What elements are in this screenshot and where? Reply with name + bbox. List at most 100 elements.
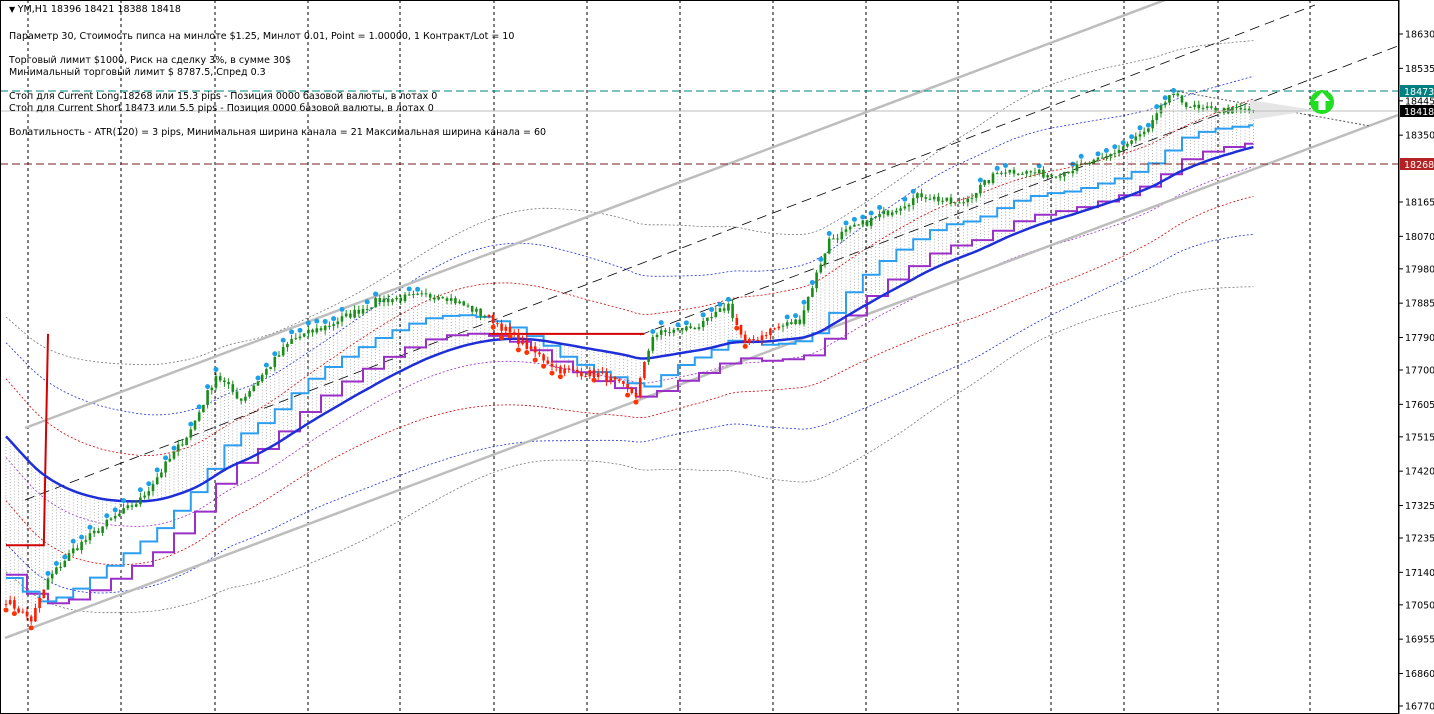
candle-body xyxy=(147,491,151,496)
candle-body xyxy=(634,393,638,397)
candle-body xyxy=(63,560,67,567)
min-limit-line: Минимальный торговый лимит $ 8787.5, Спр… xyxy=(9,67,266,78)
candle-body xyxy=(374,298,377,308)
candle-body xyxy=(928,198,932,200)
candle-body xyxy=(529,346,533,350)
swing-high-dot xyxy=(877,204,883,210)
candle-body xyxy=(76,548,79,551)
candle-body xyxy=(332,324,335,327)
candle-body xyxy=(172,451,176,459)
candle-body xyxy=(571,369,575,371)
candle-body xyxy=(962,202,965,204)
up-arrow-icon[interactable] xyxy=(1310,90,1334,114)
candle-body xyxy=(206,390,209,405)
swing-high-dot xyxy=(1154,104,1160,110)
candle-body xyxy=(315,328,319,333)
swing-high-dot xyxy=(851,216,857,222)
candle-body xyxy=(953,202,957,204)
candle-body xyxy=(470,306,474,312)
candle-body xyxy=(1012,169,1016,174)
candle-body xyxy=(1021,173,1024,175)
candle-body xyxy=(811,288,814,297)
candle-body xyxy=(1004,172,1007,174)
axis-tick-label: 17325 xyxy=(1405,501,1434,512)
candle-body xyxy=(794,319,797,325)
candle-body xyxy=(693,327,697,329)
candle-body xyxy=(1159,105,1163,114)
swing-high-dot xyxy=(1103,147,1109,153)
candle-body xyxy=(412,294,415,296)
candle-body xyxy=(970,197,974,199)
candle-body xyxy=(617,379,621,382)
axis-tick-label: 18165 xyxy=(1405,198,1434,209)
candle-body xyxy=(1205,106,1209,109)
swing-high-dot xyxy=(263,362,269,368)
swing-high-dot xyxy=(272,351,278,357)
candle-body xyxy=(605,371,608,382)
swing-low-dot xyxy=(734,325,740,331)
swing-low-dot xyxy=(490,324,496,330)
candle-body xyxy=(798,319,802,324)
swing-high-dot xyxy=(289,329,295,335)
candle-body xyxy=(189,429,193,438)
candle-body xyxy=(903,206,907,209)
candle-body xyxy=(748,338,751,343)
limit-line: Торговый лимит $1000, Риск на сделку 3%,… xyxy=(9,55,292,66)
candle-body xyxy=(449,298,453,301)
swing-high-dot xyxy=(868,210,874,216)
candle-body xyxy=(500,323,503,331)
candle-body xyxy=(878,214,881,218)
collapse-triangle-icon[interactable]: ▼ xyxy=(9,5,18,14)
swing-low-dot xyxy=(541,363,547,369)
candle-body xyxy=(281,347,285,356)
candle-body xyxy=(382,298,386,303)
candle-body xyxy=(1210,106,1213,108)
candle-body xyxy=(420,293,424,295)
candle-body xyxy=(160,472,163,478)
candle-body xyxy=(987,180,991,184)
axis-tick-label: 17050 xyxy=(1405,600,1434,611)
candle-body xyxy=(50,573,54,579)
swing-high-dot xyxy=(801,299,807,305)
stop-short-info: Стоп для Current Short 18473 или 5.5 pip… xyxy=(9,103,434,114)
swing-low-dot xyxy=(507,333,513,339)
candle-body xyxy=(941,200,944,202)
swing-high-dot xyxy=(163,455,169,461)
candle-body xyxy=(538,352,541,355)
candle-body xyxy=(1189,106,1192,108)
swing-low-dot xyxy=(499,335,505,341)
candle-body xyxy=(445,298,449,301)
candle-body xyxy=(773,328,776,330)
candle-body xyxy=(832,238,835,240)
swing-high-dot xyxy=(213,366,219,372)
candle-body xyxy=(874,217,877,219)
candle-body xyxy=(689,326,692,328)
candle-body xyxy=(848,226,852,230)
candle-body xyxy=(122,508,125,514)
candle-body xyxy=(664,330,667,332)
candle-body xyxy=(1008,169,1012,173)
candle-body xyxy=(71,548,75,554)
axis-tick-label: 18630 xyxy=(1405,30,1434,41)
candle-body xyxy=(655,334,659,338)
candle-body xyxy=(991,173,995,184)
candle-body xyxy=(210,387,214,391)
candle-body xyxy=(622,381,625,384)
candle-body xyxy=(575,369,579,373)
candle-body xyxy=(735,317,739,326)
symbol-header[interactable]: ▼ YM,H1 18396 18421 18388 18418 xyxy=(9,4,181,15)
candle-body xyxy=(710,317,713,319)
swing-high-dot xyxy=(843,220,849,226)
axis-tick-label: 16955 xyxy=(1405,635,1434,646)
candle-body xyxy=(164,461,167,473)
candle-body xyxy=(59,566,62,568)
candle-body xyxy=(34,607,37,622)
swing-low-dot xyxy=(11,611,17,617)
candle-body xyxy=(483,315,487,317)
candle-body xyxy=(857,224,860,226)
swing-high-dot xyxy=(700,312,706,318)
candle-body xyxy=(651,337,655,351)
candle-body xyxy=(1113,153,1117,155)
param-line: Параметр 30, Стоимость пипса на минлоте … xyxy=(9,31,515,42)
candle-body xyxy=(336,321,340,325)
